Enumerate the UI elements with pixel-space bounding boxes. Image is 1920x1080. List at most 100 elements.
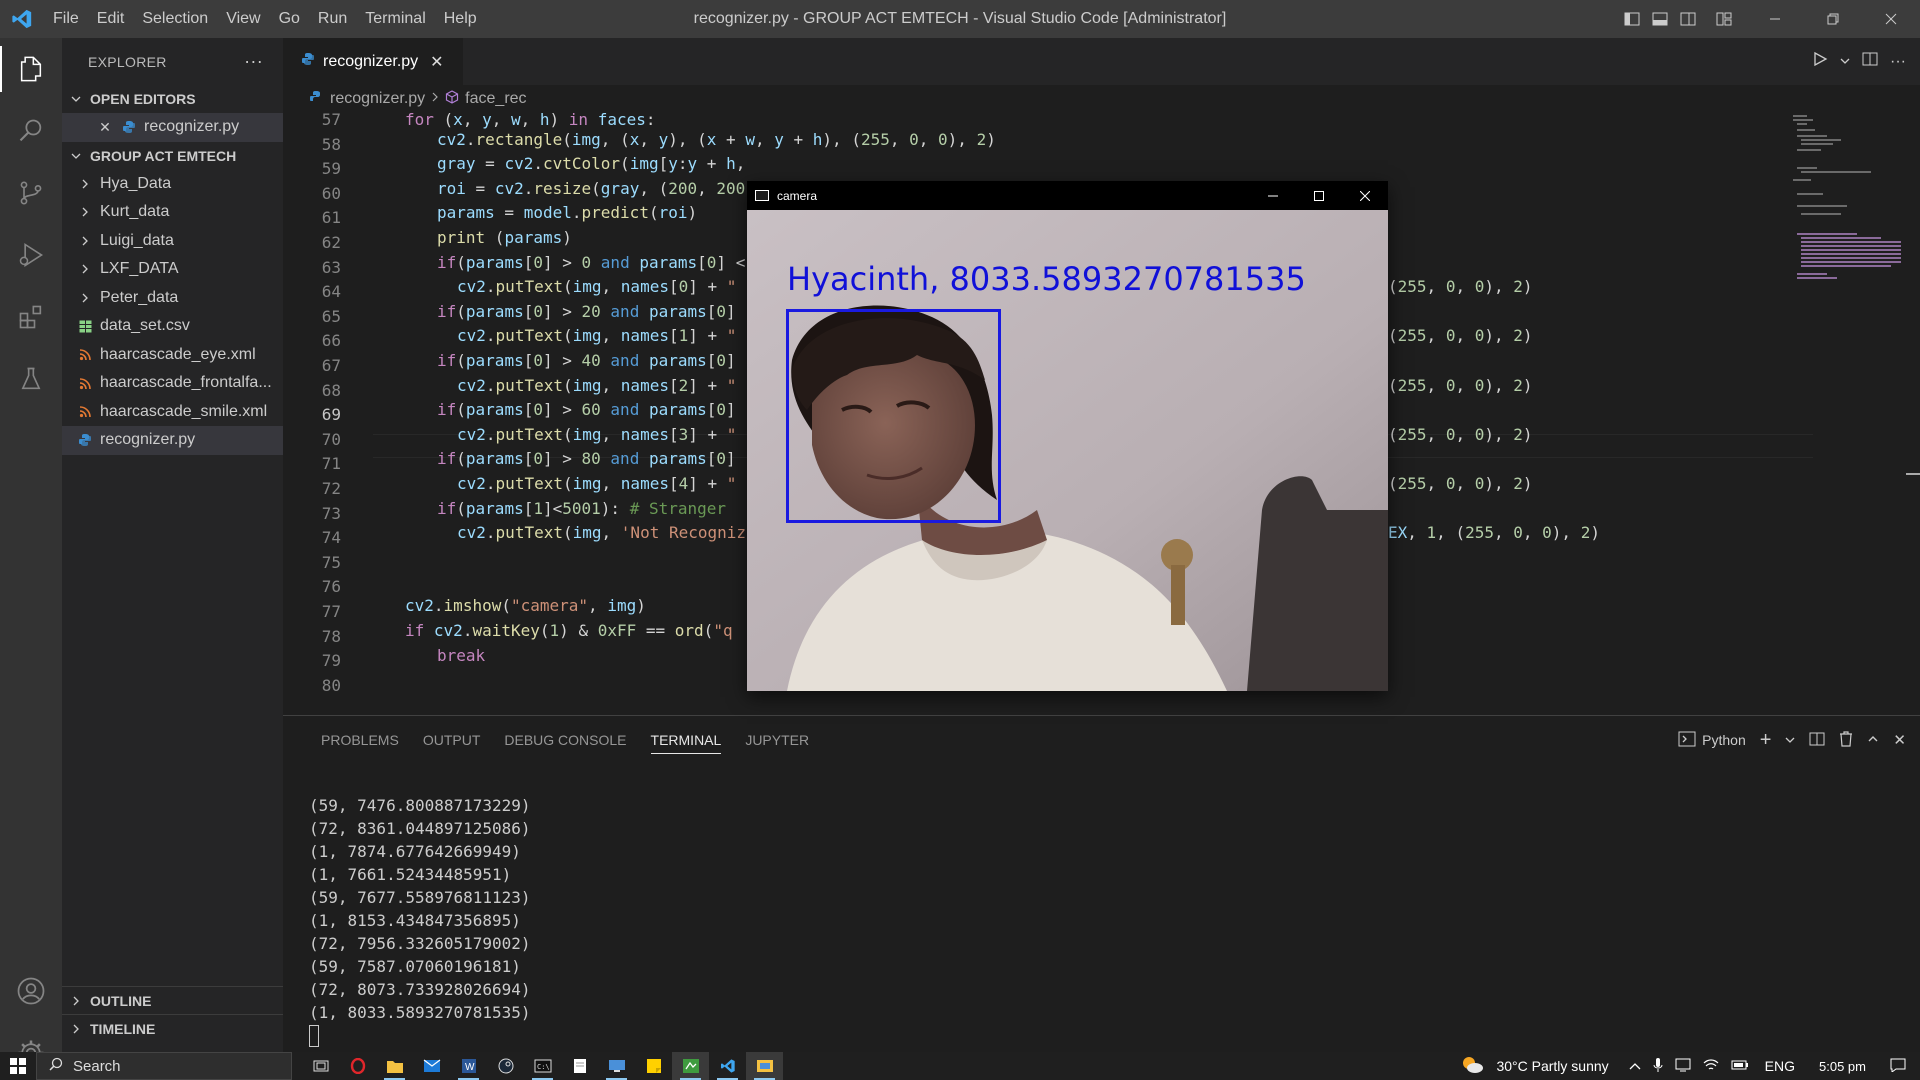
file-tree-item[interactable]: LXF_DATA <box>62 255 283 284</box>
restore-button[interactable] <box>1804 0 1862 38</box>
close-button[interactable] <box>1342 181 1388 210</box>
close-button[interactable] <box>1862 0 1920 38</box>
split-terminal-icon[interactable] <box>1809 731 1825 750</box>
outline-header[interactable]: OUTLINE <box>62 987 283 1015</box>
weather-text[interactable]: 30°C Partly sunny <box>1496 1058 1608 1074</box>
menu-view[interactable]: View <box>217 0 269 38</box>
open-editors-header[interactable]: OPEN EDITORS <box>62 85 283 113</box>
minimize-button[interactable] <box>1746 0 1804 38</box>
maximize-panel-icon[interactable] <box>1867 732 1879 748</box>
minimize-button[interactable] <box>1250 181 1296 210</box>
file-tree-item[interactable]: Peter_data <box>62 284 283 313</box>
chevron-up-icon[interactable] <box>1629 1058 1641 1074</box>
menu-file[interactable]: File <box>44 0 88 38</box>
menu-edit[interactable]: Edit <box>88 0 134 38</box>
vscode-taskbar-icon[interactable] <box>709 1052 746 1080</box>
file-tree-item-label: recognizer.py <box>100 431 196 449</box>
trash-icon[interactable] <box>1839 730 1853 750</box>
maximize-button[interactable] <box>1296 181 1342 210</box>
battery-icon[interactable] <box>1731 1058 1749 1074</box>
breadcrumb-symbol[interactable]: face_rec <box>465 90 526 108</box>
mail-icon[interactable] <box>413 1052 450 1080</box>
file-tree-item[interactable]: recognizer.py <box>62 426 283 455</box>
task-view-icon[interactable] <box>302 1052 339 1080</box>
run-icon[interactable] <box>1812 51 1828 72</box>
notification-icon[interactable] <box>1890 1058 1906 1075</box>
chevron-down-icon[interactable] <box>1840 53 1850 71</box>
run-debug-icon[interactable] <box>0 224 62 286</box>
menu-go[interactable]: Go <box>270 0 309 38</box>
tab-debug-console[interactable]: DEBUG CONSOLE <box>492 716 638 764</box>
toggle-panel-icon[interactable] <box>1646 0 1674 38</box>
python-app-icon[interactable] <box>672 1052 709 1080</box>
testing-icon[interactable] <box>0 348 62 410</box>
tab-recognizer-py[interactable]: recognizer.py ✕ <box>283 38 463 85</box>
tab-problems[interactable]: PROBLEMS <box>309 716 411 764</box>
tab-terminal[interactable]: TERMINAL <box>639 716 734 764</box>
steam-icon[interactable] <box>487 1052 524 1080</box>
code-line: EX, 1, (255, 0, 0), 2) <box>1388 523 1600 543</box>
new-terminal-icon[interactable]: + <box>1760 729 1772 752</box>
terminal-app-icon[interactable]: C:\ <box>524 1052 561 1080</box>
recognition-label: Hyacinth, 8033.5893270781535 <box>787 260 1306 298</box>
more-actions-icon[interactable]: ··· <box>1890 53 1906 71</box>
language-indicator[interactable]: ENG <box>1765 1058 1795 1074</box>
file-tree-item[interactable]: Kurt_data <box>62 198 283 227</box>
weather-icon[interactable] <box>1460 1055 1484 1078</box>
clock[interactable]: 5:05 pm <box>1819 1059 1866 1074</box>
open-editor-item[interactable]: ✕ recognizer.py <box>62 113 283 142</box>
line-number: 71 <box>321 454 341 474</box>
customize-layout-icon[interactable] <box>1710 0 1738 38</box>
word-icon[interactable]: W <box>450 1052 487 1080</box>
file-tree-item[interactable]: Hya_Data <box>62 170 283 199</box>
camera-window[interactable]: camera Hyacinth, 8033.5893270781535 <box>747 181 1388 691</box>
chevron-down-icon[interactable] <box>1785 732 1795 748</box>
file-tree-item[interactable]: haarcascade_frontalfa... <box>62 369 283 398</box>
camera-taskbar-icon[interactable] <box>746 1052 783 1080</box>
close-icon[interactable]: ✕ <box>96 119 114 136</box>
file-tree-item[interactable]: Luigi_data <box>62 227 283 256</box>
camera-title-bar[interactable]: camera <box>747 181 1388 210</box>
extensions-icon[interactable] <box>0 286 62 348</box>
notepad-icon[interactable] <box>561 1052 598 1080</box>
timeline-header[interactable]: TIMELINE <box>62 1015 283 1043</box>
wifi-icon[interactable] <box>1703 1058 1719 1075</box>
close-panel-icon[interactable]: ✕ <box>1893 731 1906 749</box>
folder-header[interactable]: GROUP ACT EMTECH <box>62 142 283 170</box>
line-number: 57 <box>321 113 341 129</box>
taskbar-search[interactable]: Search <box>36 1052 292 1080</box>
remote-desktop-icon[interactable] <box>598 1052 635 1080</box>
menu-run[interactable]: Run <box>309 0 356 38</box>
minimap[interactable] <box>1785 113 1905 293</box>
close-tab-icon[interactable]: ✕ <box>430 52 443 72</box>
explorer-icon[interactable] <box>0 38 62 100</box>
file-tree-item[interactable]: data_set.csv <box>62 312 283 341</box>
breadcrumb-file[interactable]: recognizer.py <box>330 90 425 108</box>
terminal-profile[interactable]: Python <box>1678 731 1746 750</box>
accounts-icon[interactable] <box>0 960 62 1022</box>
microphone-icon[interactable] <box>1653 1057 1663 1076</box>
tab-jupyter[interactable]: JUPYTER <box>733 716 821 764</box>
file-explorer-icon[interactable] <box>376 1052 413 1080</box>
more-actions-icon[interactable]: ··· <box>244 51 263 72</box>
menu-terminal[interactable]: Terminal <box>356 0 434 38</box>
file-tree-item[interactable]: haarcascade_eye.xml <box>62 341 283 370</box>
sticky-notes-icon[interactable] <box>635 1052 672 1080</box>
scrollbar-indicator[interactable] <box>1906 473 1920 475</box>
file-tree-item-label: haarcascade_smile.xml <box>100 402 268 420</box>
terminal-output[interactable]: (59, 7476.800887173229) (72, 8361.0448971… <box>309 794 531 1047</box>
tab-output[interactable]: OUTPUT <box>411 716 493 764</box>
display-icon[interactable] <box>1675 1058 1691 1075</box>
windows-start-icon[interactable] <box>0 1052 36 1080</box>
opera-icon[interactable] <box>339 1052 376 1080</box>
python-file-icon <box>301 52 315 71</box>
menu-help[interactable]: Help <box>435 0 486 38</box>
file-tree-item[interactable]: haarcascade_smile.xml <box>62 398 283 427</box>
menu-selection[interactable]: Selection <box>133 0 217 38</box>
split-editor-icon[interactable] <box>1862 51 1878 72</box>
toggle-secondary-sidebar-icon[interactable] <box>1674 0 1702 38</box>
toggle-sidebar-icon[interactable] <box>1618 0 1646 38</box>
window-app-icon <box>755 190 769 201</box>
source-control-icon[interactable] <box>0 162 62 224</box>
search-icon[interactable] <box>0 100 62 162</box>
